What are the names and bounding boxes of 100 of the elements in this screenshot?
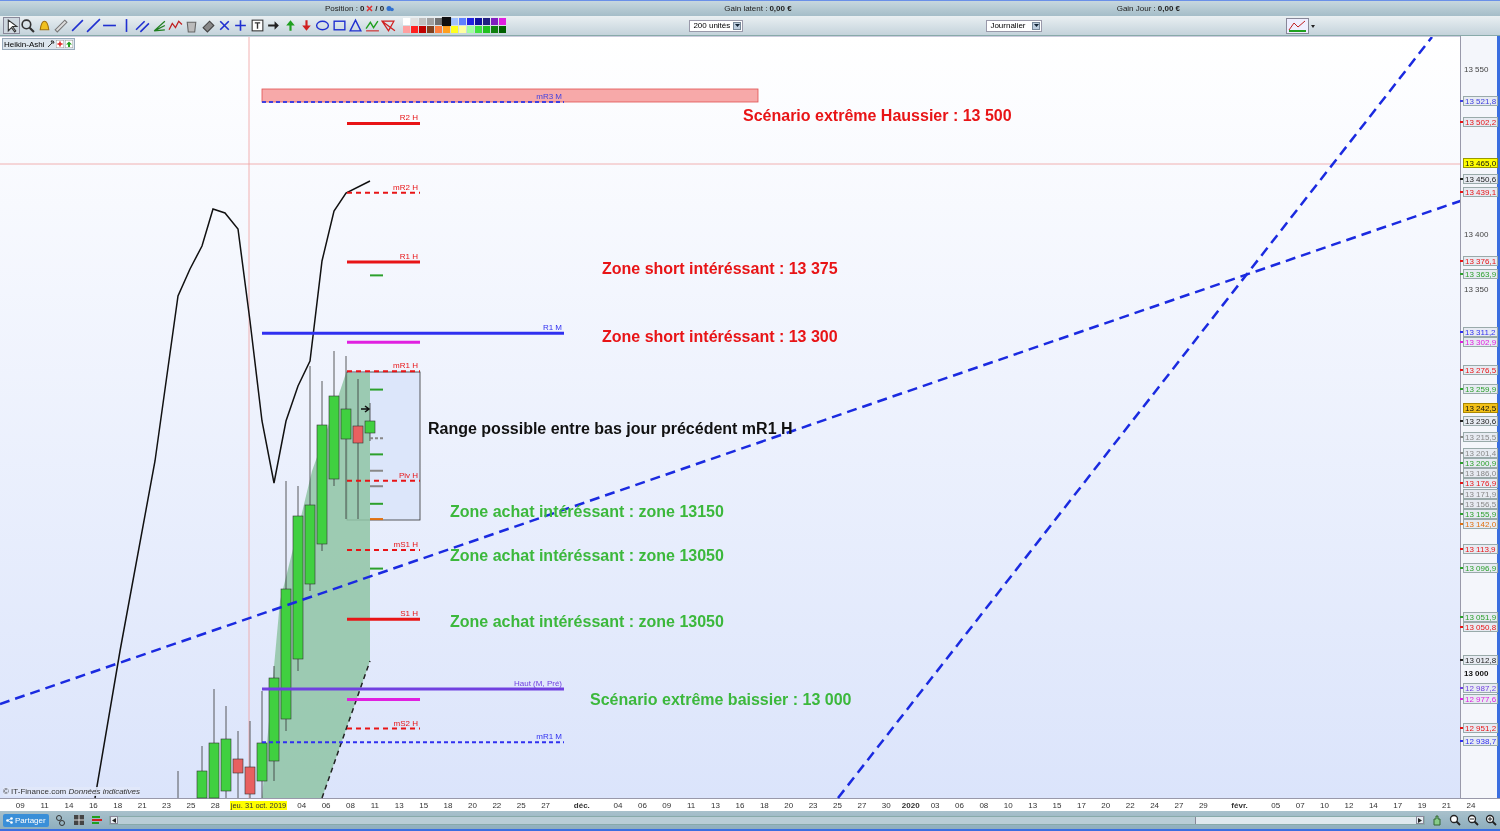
date-label: 11 <box>40 800 49 810</box>
color-swatch[interactable] <box>451 26 459 33</box>
color-swatch[interactable] <box>451 18 459 25</box>
quantity-select[interactable]: 200 unités <box>689 19 744 32</box>
channel-icon[interactable] <box>135 18 151 33</box>
level-label: R1 M <box>542 323 562 333</box>
zoom-out-icon[interactable] <box>1467 814 1479 826</box>
color-swatch[interactable] <box>483 18 491 25</box>
color-swatch[interactable] <box>403 18 411 25</box>
color-swatch[interactable] <box>467 18 475 25</box>
level-label: Haut (M, Pré) <box>514 679 562 689</box>
copyright-text: © IT-Finance.com Données indicatives <box>3 787 141 796</box>
wave-icon[interactable] <box>167 18 183 33</box>
date-label: 14 <box>1368 800 1378 810</box>
position-label: Position : <box>325 4 358 13</box>
text-icon[interactable] <box>249 18 265 33</box>
date-label: 08 <box>979 800 989 810</box>
color-swatch[interactable] <box>467 26 475 33</box>
gain-day-value: 0,00 € <box>1157 4 1181 13</box>
date-label: 29 <box>1198 800 1208 810</box>
price-label: 13 113,9 <box>1463 543 1498 554</box>
position-value: 0 <box>359 4 365 13</box>
color-swatch[interactable] <box>419 18 427 25</box>
date-label: 2020 <box>901 800 920 810</box>
color-swatch[interactable] <box>499 18 507 25</box>
gain-latent-label: Gain latent : <box>724 4 768 13</box>
hand-icon[interactable] <box>1431 814 1443 826</box>
zoom-fit-icon[interactable] <box>1449 814 1461 826</box>
color-swatch[interactable] <box>427 18 435 25</box>
search-icon[interactable] <box>20 18 36 33</box>
level-label: mR3 M <box>536 91 562 101</box>
indicator-tag[interactable]: Heikin-Ashi <box>2 38 76 50</box>
color-swatch[interactable] <box>411 18 419 25</box>
date-label: 09 <box>662 800 672 810</box>
date-label: 09 <box>15 800 25 810</box>
scroll-right-button[interactable] <box>1416 816 1424 824</box>
price-label: 12 938,7 <box>1463 736 1499 747</box>
color-swatch[interactable] <box>443 26 451 33</box>
level-line <box>369 453 384 456</box>
bars-icon[interactable] <box>90 814 103 826</box>
close-icon[interactable] <box>366 5 374 12</box>
triangle-icon[interactable] <box>348 18 364 33</box>
date-label: 21 <box>1442 800 1451 810</box>
color-swatch[interactable] <box>491 26 499 33</box>
price-label: 13 350 <box>1463 284 1490 295</box>
color-swatch[interactable] <box>483 26 491 33</box>
date-label: 27 <box>541 800 551 810</box>
color-swatch[interactable] <box>419 26 427 33</box>
color-swatch[interactable] <box>442 16 452 27</box>
plus-icon[interactable] <box>56 40 65 48</box>
fan-icon[interactable] <box>151 18 167 33</box>
ellipse-icon[interactable] <box>315 18 331 33</box>
color-swatch[interactable] <box>427 26 435 33</box>
color-swatch[interactable] <box>459 26 467 33</box>
share-icon <box>6 816 13 824</box>
date-label: 14 <box>64 800 74 810</box>
color-swatch[interactable] <box>411 26 419 33</box>
color-swatch[interactable] <box>475 18 483 25</box>
color-swatch[interactable] <box>499 26 507 33</box>
level-line <box>369 388 384 391</box>
color-swatch[interactable] <box>475 26 483 33</box>
date-label: 15 <box>419 800 429 810</box>
scroll-left-button[interactable] <box>109 816 118 824</box>
link-icon[interactable] <box>54 814 67 826</box>
date-label: 06 <box>955 800 964 810</box>
pattern-icon[interactable] <box>381 18 396 33</box>
cross-icon[interactable] <box>233 18 249 33</box>
price-label: 13 550 <box>1463 65 1490 75</box>
line-icon[interactable] <box>69 18 85 33</box>
color-swatch[interactable] <box>491 18 499 25</box>
date-label: déc. <box>573 800 590 810</box>
zigzag-icon[interactable] <box>364 18 380 33</box>
pointer-icon[interactable] <box>4 18 19 33</box>
color-swatch[interactable] <box>435 18 443 25</box>
level-line <box>369 502 384 505</box>
color-swatch[interactable] <box>403 26 411 33</box>
grid-icon[interactable] <box>72 814 85 826</box>
wrench-icon[interactable] <box>47 40 56 48</box>
rectangle-icon[interactable] <box>331 18 347 33</box>
line-icon[interactable] <box>85 18 101 33</box>
chart-annotation: Zone short intéréssant : 13 300 <box>602 327 838 347</box>
level-line <box>369 485 384 488</box>
horizontal-scrollbar[interactable] <box>108 815 1425 825</box>
color-swatch[interactable] <box>459 18 467 25</box>
chart-type-icon[interactable] <box>1286 17 1317 34</box>
color-swatch[interactable] <box>435 26 443 33</box>
price-label: 13 096,9 <box>1463 562 1499 573</box>
up-arrow-icon[interactable] <box>65 40 74 48</box>
price-label: 13 171,9 <box>1463 488 1499 499</box>
zoom-in-icon[interactable] <box>1485 814 1497 826</box>
level-label: mR1 M <box>536 732 562 742</box>
price-label: 13 465,0 <box>1463 158 1499 169</box>
position-total: / 0 <box>375 4 385 13</box>
price-label: 13 376,1 <box>1463 255 1499 266</box>
date-label: 16 <box>735 800 745 810</box>
ruler-icon[interactable] <box>53 18 69 33</box>
date-label: 18 <box>443 800 453 810</box>
level-label: mS1 H <box>393 539 418 549</box>
scrollbar-thumb[interactable] <box>1195 816 1416 824</box>
period-select[interactable]: Journalier <box>986 19 1043 32</box>
